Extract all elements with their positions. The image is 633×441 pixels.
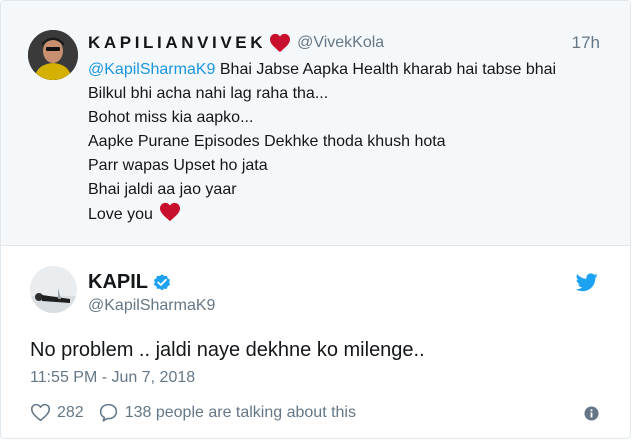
author-name-row: KAPIL <box>88 271 172 294</box>
quoted-text-line: Aapke Purane Episodes Dekhke thoda khush… <box>88 133 446 150</box>
quoted-author-avatar[interactable] <box>28 30 78 80</box>
quoted-tweet[interactable]: KAPILIANVIVEK @VivekKola 17h @KapilSharm… <box>1 1 630 246</box>
tweet-timestamp[interactable]: 11:55 PM - Jun 7, 2018 <box>30 369 195 387</box>
tweet-text: No problem .. jaldi naye dekhne ko milen… <box>30 339 425 361</box>
quoted-text-line: Parr wapas Upset ho jata <box>88 157 268 174</box>
quoted-text-segment: Love you <box>88 206 153 223</box>
heart-emoji-icon <box>270 33 291 53</box>
author-handle[interactable]: @KapilSharmaK9 <box>88 297 215 315</box>
tweet-actions: 282 138 people are talking about this <box>30 402 356 423</box>
heart-icon <box>30 403 51 422</box>
quoted-tweet-text: @KapilSharmaK9 Bhai Jabse Aapka Health k… <box>88 58 556 227</box>
embedded-tweet-card: KAPILIANVIVEK @VivekKola 17h @KapilSharm… <box>0 0 631 439</box>
quoted-timestamp[interactable]: 17h <box>572 33 600 53</box>
quoted-text-segment: Bhai Jabse Aapka Health kharab hai tabse… <box>215 61 557 78</box>
verified-badge-icon <box>153 273 171 290</box>
conversation-text: 138 people are talking about this <box>124 403 356 421</box>
heart-emoji-icon <box>159 202 180 222</box>
mention-link[interactable]: @KapilSharmaK9 <box>88 61 215 78</box>
twitter-bird-icon[interactable] <box>576 273 598 292</box>
quoted-author-handle[interactable]: @VivekKola <box>297 34 384 52</box>
quoted-header: KAPILIANVIVEK @VivekKola <box>88 32 384 54</box>
info-icon[interactable] <box>584 406 599 421</box>
quoted-text-line: Love you <box>88 202 556 227</box>
author-avatar[interactable] <box>30 266 77 313</box>
author-name[interactable]: KAPIL <box>88 271 148 294</box>
quoted-text-line: Bhai jaldi aa jao yaar <box>88 181 237 198</box>
like-button[interactable]: 282 <box>30 402 84 423</box>
quoted-text-line: Bilkul bhi acha nahi lag raha tha... <box>88 85 329 102</box>
quoted-author-name[interactable]: KAPILIANVIVEK <box>88 33 266 53</box>
quoted-text-line: @KapilSharmaK9 Bhai Jabse Aapka Health k… <box>88 58 556 82</box>
quoted-text-line: Bohot miss kia aapko... <box>88 109 254 126</box>
like-count: 282 <box>57 403 84 421</box>
comment-icon <box>99 403 117 422</box>
conversation-link[interactable]: 138 people are talking about this <box>98 402 356 423</box>
